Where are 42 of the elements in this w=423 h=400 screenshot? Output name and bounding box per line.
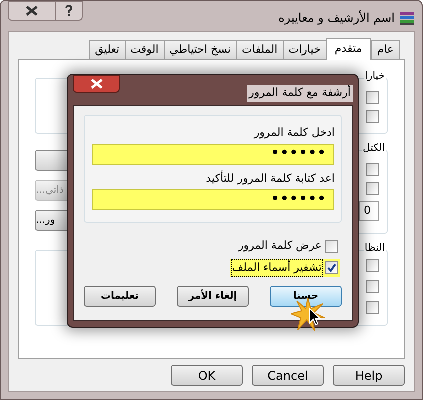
tab[interactable]: نسخ احتياطي	[164, 40, 237, 59]
checkbox[interactable]	[366, 110, 379, 123]
checkbox[interactable]	[325, 261, 338, 274]
tab[interactable]: الملفات	[236, 40, 284, 59]
number-field[interactable]: 0	[359, 201, 379, 221]
tab[interactable]: خيارات	[282, 40, 327, 59]
checkbox[interactable]	[366, 182, 379, 195]
button[interactable]: OK	[171, 365, 243, 386]
dialog-title: أرشفة مع كلمة المرور	[247, 85, 353, 102]
button[interactable]: تعليمات	[84, 286, 156, 307]
group-label: خيارا	[364, 72, 386, 82]
button[interactable]: إلغاء الأمر	[177, 286, 249, 307]
books-icon	[399, 10, 415, 26]
group-label: الكتل	[362, 144, 386, 154]
checkbox[interactable]	[366, 259, 379, 272]
password-field[interactable]: ••••••	[92, 189, 334, 210]
button[interactable]: Help	[333, 365, 405, 386]
cursor-icon	[309, 308, 321, 327]
password-field[interactable]: ••••••	[92, 144, 334, 164]
tab[interactable]: تعليق	[89, 40, 126, 59]
checkbox[interactable]	[366, 91, 379, 104]
tab[interactable]: متقدم	[326, 38, 372, 60]
button[interactable]: Cancel	[252, 365, 324, 386]
button[interactable]: حسنا	[270, 286, 342, 307]
checkbox-label: تشفير أسماء الملف	[232, 260, 322, 276]
tab[interactable]: الوقت	[124, 40, 165, 59]
checkbox[interactable]	[366, 163, 379, 176]
field-label: ادخل كلمة المرور	[254, 125, 335, 141]
group-label: النظا	[364, 244, 386, 254]
checkbox[interactable]	[366, 301, 379, 314]
close-button[interactable]	[73, 75, 120, 93]
close-icon	[90, 79, 102, 89]
tab[interactable]: عام	[371, 40, 400, 59]
window-title: اسم الأرشيف و معاييره	[278, 10, 395, 27]
help-button[interactable]	[56, 1, 83, 21]
checkbox[interactable]	[325, 240, 338, 253]
field-label: اعد كتابة كلمة المرور للتأكيد	[206, 170, 335, 187]
checkbox[interactable]	[366, 280, 379, 293]
help-icon	[65, 5, 73, 17]
close-button[interactable]	[8, 1, 56, 21]
close-icon	[26, 6, 38, 16]
checkbox-label: عرض كلمة المرور	[238, 238, 322, 254]
